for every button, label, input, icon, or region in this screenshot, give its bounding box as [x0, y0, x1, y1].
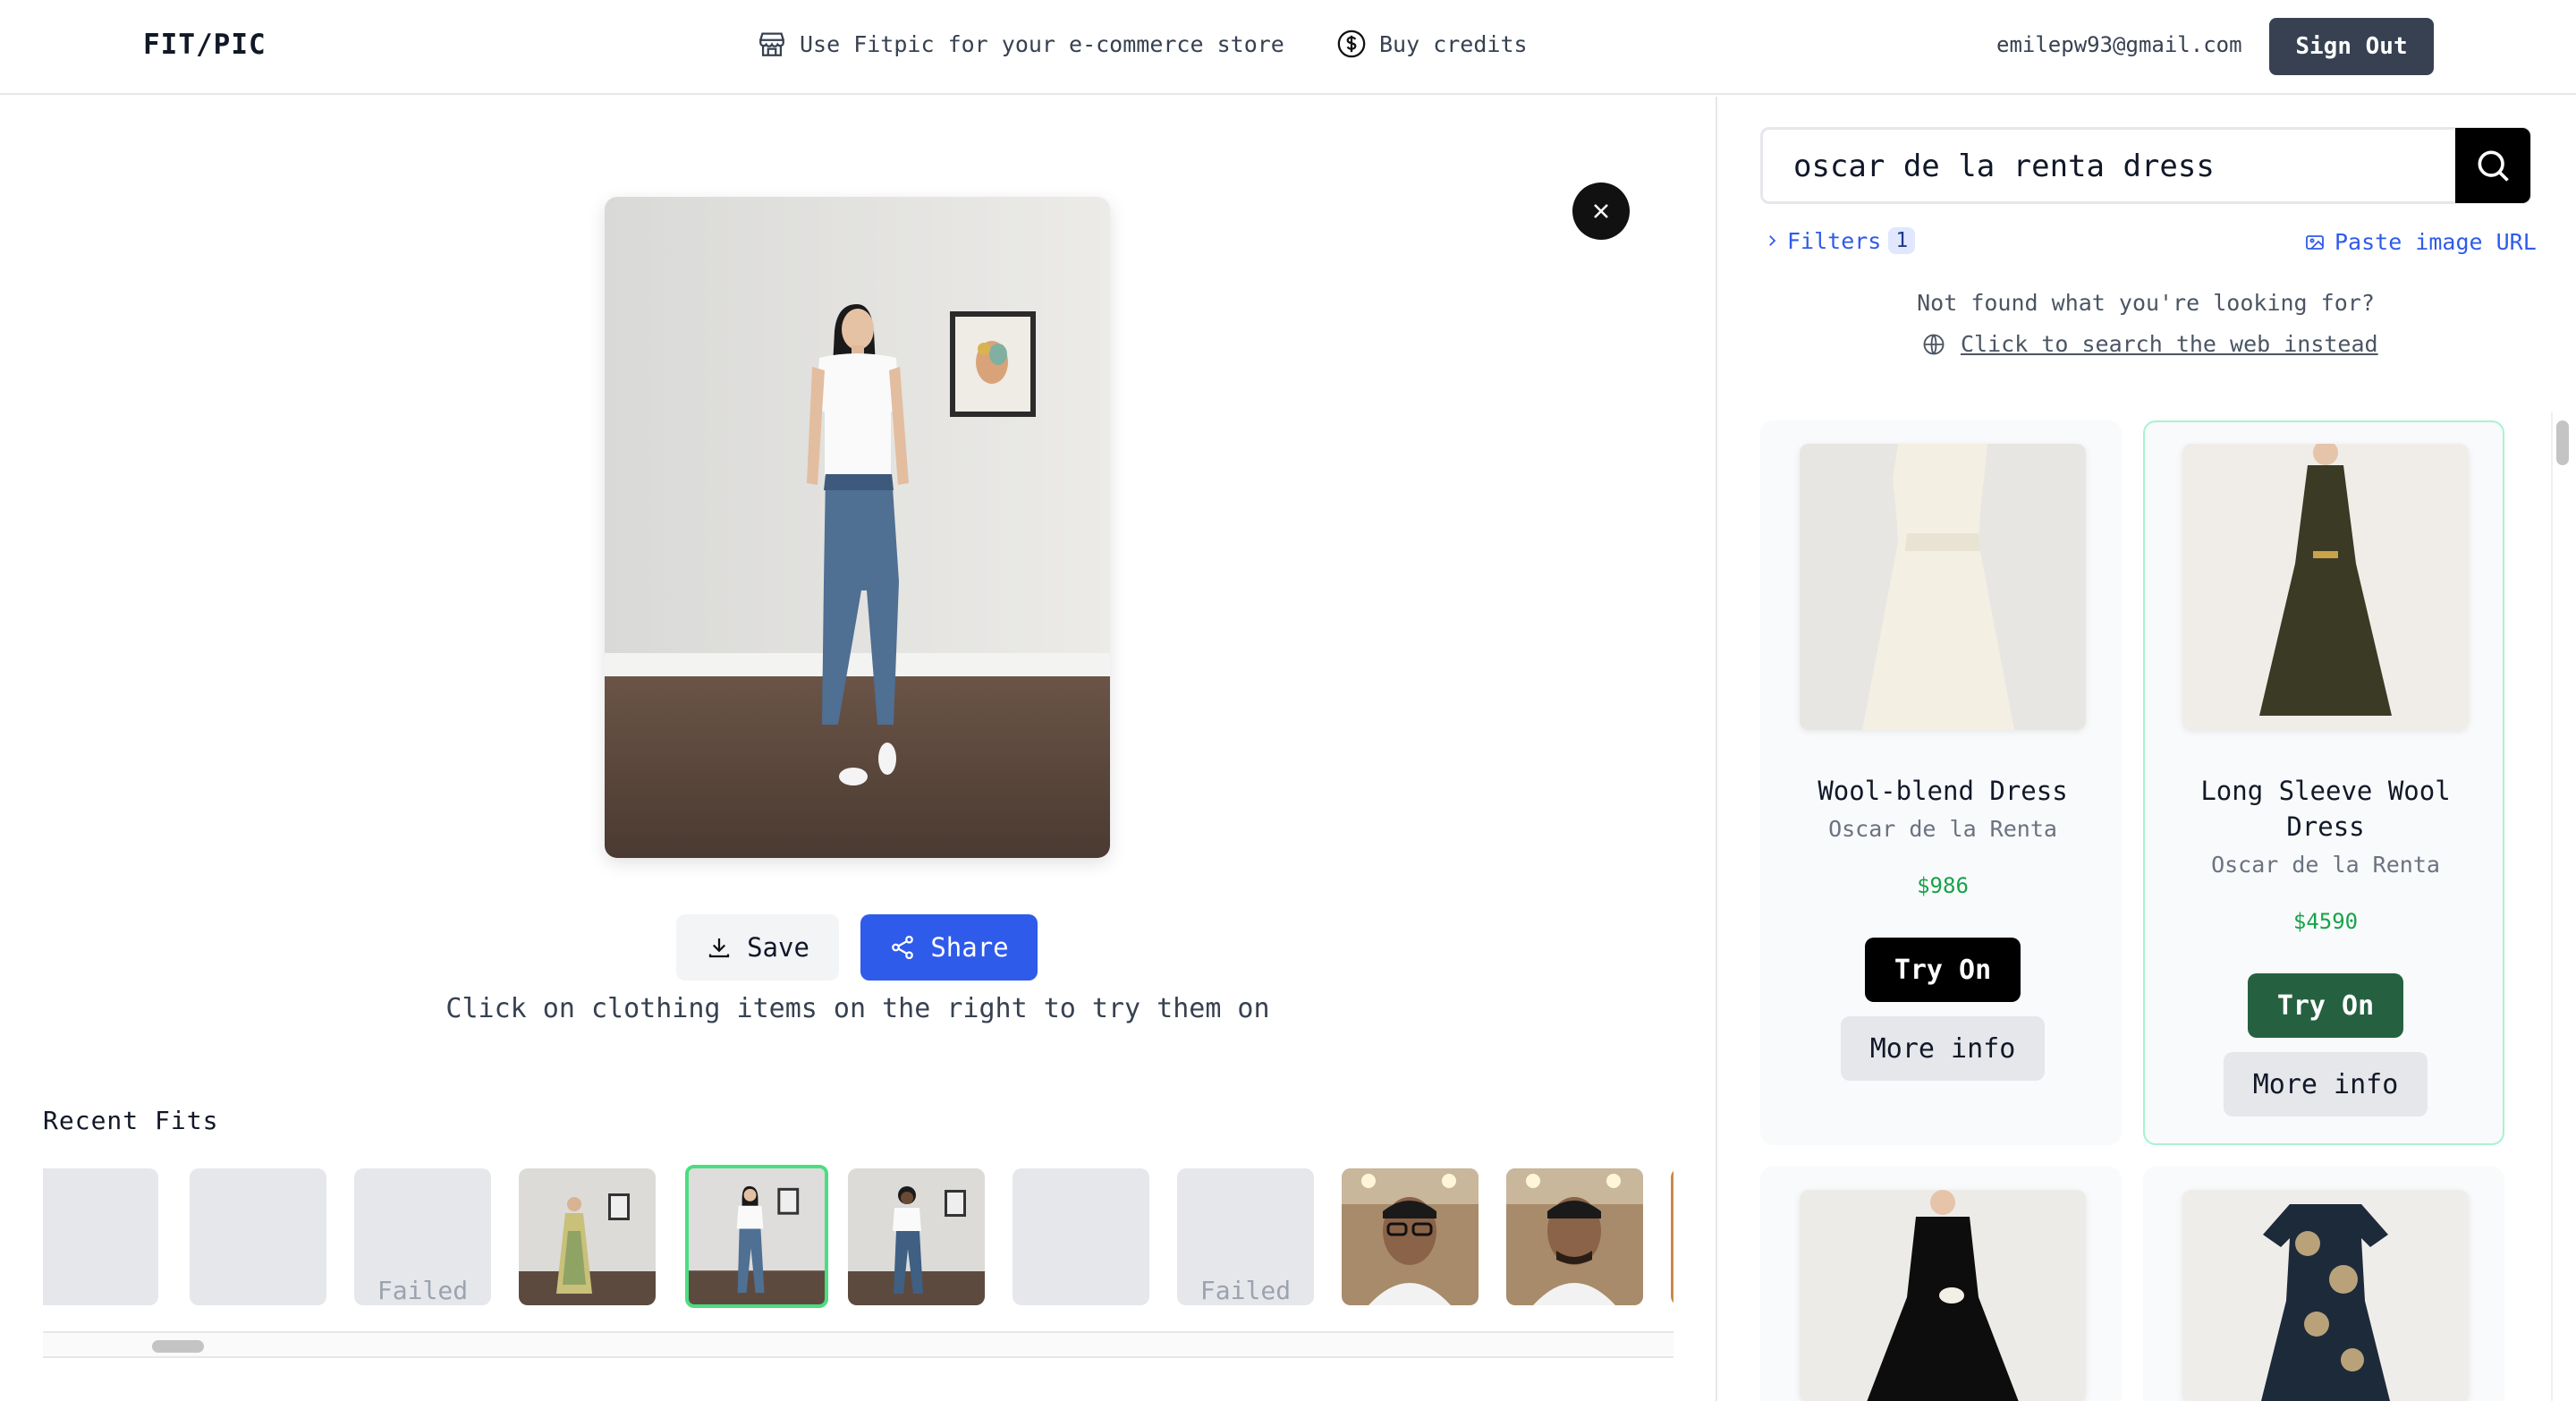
recent-fit-thumbnail[interactable]: [1342, 1168, 1479, 1305]
filters-label: Filters: [1787, 227, 1882, 254]
product-price: $986: [1917, 873, 1969, 898]
recent-fit-thumbnail-selected[interactable]: [685, 1165, 828, 1308]
product-image[interactable]: [2182, 1190, 2469, 1401]
recent-fits-heading: Recent Fits: [43, 1106, 219, 1135]
download-icon: [708, 938, 730, 958]
recent-fit-thumbnail[interactable]: [519, 1168, 656, 1305]
search-icon: [2478, 150, 2509, 182]
results-scrollbar-thumb[interactable]: [2556, 420, 2569, 465]
recent-fit-thumbnail-failed[interactable]: Failed: [1177, 1168, 1314, 1305]
buy-credits-label: Buy credits: [1379, 30, 1528, 57]
web-search-label: Click to search the web instead: [1961, 331, 2378, 357]
product-card-selected: Long Sleeve Wool Dress Oscar de la Renta…: [2143, 420, 2504, 1145]
not-found-text: Not found what you're looking for?: [1917, 290, 2375, 316]
search-box: [1760, 127, 2531, 204]
recent-fit-thumbnail[interactable]: [1013, 1168, 1149, 1305]
horizontal-scrollbar[interactable]: [43, 1331, 1674, 1358]
recent-fit-thumbnail[interactable]: [1506, 1168, 1643, 1305]
store-icon: [759, 32, 784, 56]
search-input[interactable]: [1793, 146, 2419, 187]
scrollbar-thumb[interactable]: [152, 1340, 204, 1353]
recent-fit-thumbnail[interactable]: [1671, 1168, 1674, 1305]
recent-fits-strip: Failed Failed: [43, 1163, 1674, 1310]
save-button[interactable]: Save: [676, 914, 839, 981]
product-image[interactable]: [1800, 444, 2086, 730]
paste-image-url-label: Paste image URL: [2334, 229, 2537, 255]
recent-fit-thumbnail[interactable]: [43, 1168, 158, 1305]
more-info-button[interactable]: More info: [1841, 1016, 2045, 1081]
close-icon: [1594, 204, 1608, 218]
product-brand: Oscar de la Renta: [1828, 816, 2057, 842]
try-on-button[interactable]: Try On: [1865, 938, 2021, 1002]
more-info-button[interactable]: More info: [2224, 1052, 2428, 1117]
share-label: Share: [930, 932, 1009, 963]
try-on-button[interactable]: Try On: [2248, 973, 2403, 1038]
ecommerce-link[interactable]: Use Fitpic for your e-commerce store: [757, 29, 1284, 59]
dollar-circle-icon: [1337, 30, 1366, 58]
product-card: [2143, 1167, 2504, 1401]
chevron-right-icon: [1769, 235, 1776, 246]
product-card: [1760, 1167, 2122, 1401]
filters-count-badge: 1: [1888, 227, 1916, 254]
product-brand: Oscar de la Renta: [2211, 852, 2440, 878]
web-search-link[interactable]: Click to search the web instead: [1921, 331, 2378, 357]
logo[interactable]: FIT/PIC: [143, 29, 267, 61]
try-on-result-image: [605, 197, 1110, 858]
product-card: Wool-blend Dress Oscar de la Renta $986 …: [1760, 420, 2122, 1145]
save-label: Save: [747, 932, 809, 963]
share-icon: [892, 935, 914, 960]
ecommerce-link-label: Use Fitpic for your e-commerce store: [800, 30, 1284, 57]
product-name: Wool-blend Dress: [1818, 776, 2068, 806]
recent-fit-thumbnail[interactable]: [190, 1168, 326, 1305]
product-name: Long Sleeve Wool Dress: [2200, 776, 2451, 842]
image-icon: [2306, 234, 2324, 250]
product-image[interactable]: [2182, 444, 2469, 730]
product-image[interactable]: [1800, 1190, 2086, 1401]
buy-credits-link[interactable]: Buy credits: [1336, 29, 1528, 59]
product-price: $4590: [2292, 909, 2359, 934]
search-button[interactable]: [2455, 128, 2530, 203]
user-email: emilepw93@gmail.com: [1996, 32, 2242, 57]
globe-icon: [1923, 334, 1945, 354]
failed-label: Failed: [377, 1276, 469, 1305]
paste-image-url-link[interactable]: Paste image URL: [2304, 229, 2537, 255]
instruction-text: Click on clothing items on the right to …: [445, 993, 1270, 1024]
panel-divider: [1716, 97, 1717, 1401]
share-button[interactable]: Share: [860, 914, 1038, 981]
filters-toggle[interactable]: Filters 1: [1764, 227, 1916, 254]
recent-fit-thumbnail[interactable]: [848, 1168, 985, 1305]
failed-label: Failed: [1199, 1276, 1292, 1305]
close-button[interactable]: [1572, 183, 1630, 240]
sign-out-button[interactable]: Sign Out: [2269, 18, 2434, 75]
top-nav: FIT/PIC Use Fitpic for your e-commerce s…: [0, 0, 2576, 95]
recent-fit-thumbnail-failed[interactable]: Failed: [354, 1168, 491, 1305]
results-scroll-track: [2551, 412, 2553, 1401]
